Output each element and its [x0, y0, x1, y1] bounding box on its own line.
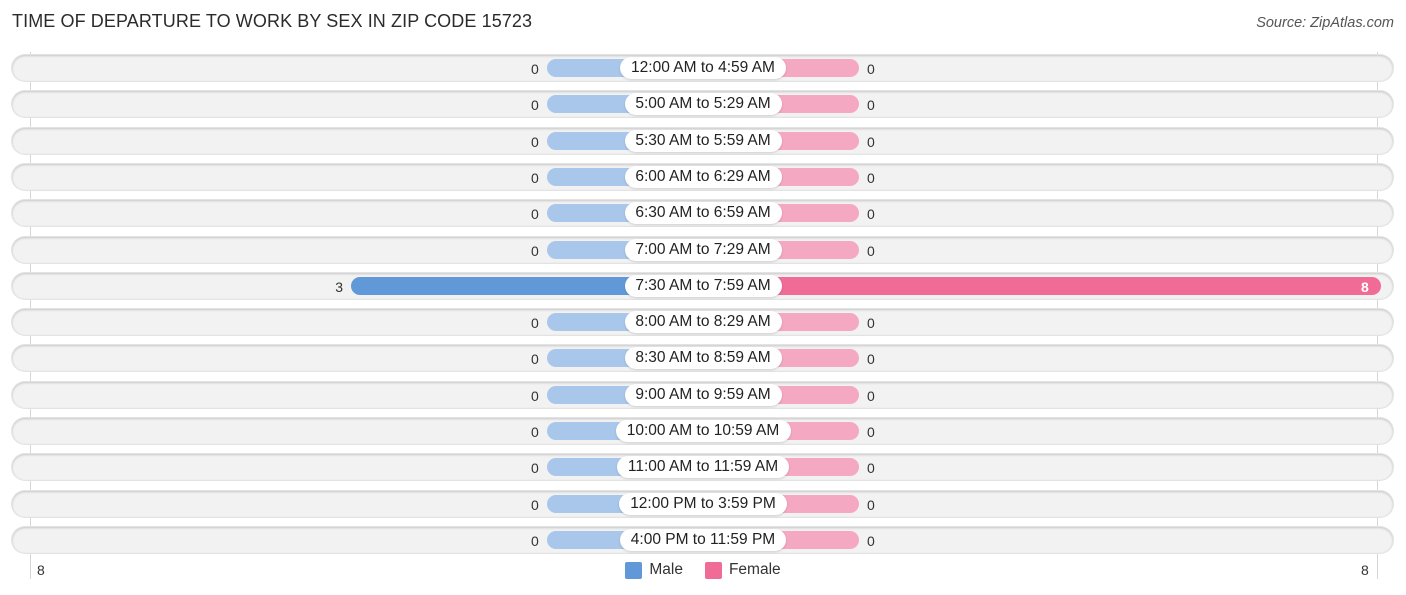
- value-label-male: 0: [531, 424, 539, 440]
- value-label-female: 0: [867, 460, 875, 477]
- value-label-male: 0: [531, 97, 539, 114]
- value-label-female: 0: [867, 532, 875, 549]
- value-label-female: 0: [867, 242, 875, 259]
- category-label: 8:30 AM to 8:59 AM: [624, 347, 782, 370]
- category-label: 6:00 AM to 6:29 AM: [624, 165, 782, 188]
- category-label: 5:30 AM to 5:59 AM: [624, 129, 782, 152]
- category-label: 4:00 PM to 11:59 PM: [620, 528, 786, 551]
- bar-female: [703, 276, 1381, 295]
- chart-area: 12:00 AM to 4:59 AM 0 0 5:00 AM to 5:29 AM 0…: [0, 0, 1406, 595]
- value-label-male: 0: [531, 61, 539, 77]
- value-label-male: 0: [531, 133, 539, 150]
- legend-label-female: Female: [728, 561, 781, 578]
- value-label-male: 0: [531, 496, 539, 513]
- value-label-female: 0: [867, 206, 875, 223]
- category-label: 8:00 AM to 8:29 AM: [624, 311, 782, 334]
- value-label-female: 0: [867, 351, 875, 368]
- category-label: 11:00 AM to 11:59 AM: [617, 456, 789, 479]
- value-label-male: 0: [531, 532, 539, 549]
- value-label-female: 0: [867, 496, 875, 513]
- category-label: 7:30 AM to 7:59 AM: [624, 274, 782, 297]
- category-label: 9:00 AM to 9:59 AM: [624, 383, 782, 406]
- category-label: 12:00 PM to 3:59 PM: [619, 492, 787, 515]
- value-label-male: 0: [531, 460, 539, 477]
- legend-item-male: Male: [625, 561, 683, 579]
- value-label-female: 0: [867, 61, 875, 77]
- value-label-female: 0: [867, 169, 875, 186]
- value-label-male: 0: [531, 169, 539, 186]
- legend-label-male: Male: [649, 561, 683, 578]
- value-label-female: 0: [867, 387, 875, 404]
- value-label-male: 0: [531, 315, 539, 332]
- value-label-female: 0: [867, 424, 875, 440]
- category-label: 10:00 AM to 10:59 AM: [615, 420, 791, 442]
- legend-item-female: Female: [704, 561, 781, 579]
- category-label: 7:00 AM to 7:29 AM: [624, 238, 782, 261]
- value-label-male: 0: [531, 206, 539, 223]
- legend: Male Female: [0, 561, 1406, 579]
- value-label-male: 0: [531, 387, 539, 404]
- category-label: 6:30 AM to 6:59 AM: [624, 202, 782, 225]
- legend-swatch-male: [625, 561, 643, 579]
- value-label-female: 8: [1361, 278, 1369, 295]
- value-label-female: 0: [867, 133, 875, 150]
- value-label-female: 0: [867, 97, 875, 114]
- category-label: 12:00 AM to 4:59 AM: [620, 57, 786, 79]
- legend-swatch-female: [704, 561, 722, 579]
- value-label-male: 0: [531, 242, 539, 259]
- category-label: 5:00 AM to 5:29 AM: [624, 93, 782, 116]
- value-label-male: 3: [335, 278, 344, 295]
- value-label-male: 0: [531, 351, 539, 368]
- value-label-female: 0: [867, 315, 875, 332]
